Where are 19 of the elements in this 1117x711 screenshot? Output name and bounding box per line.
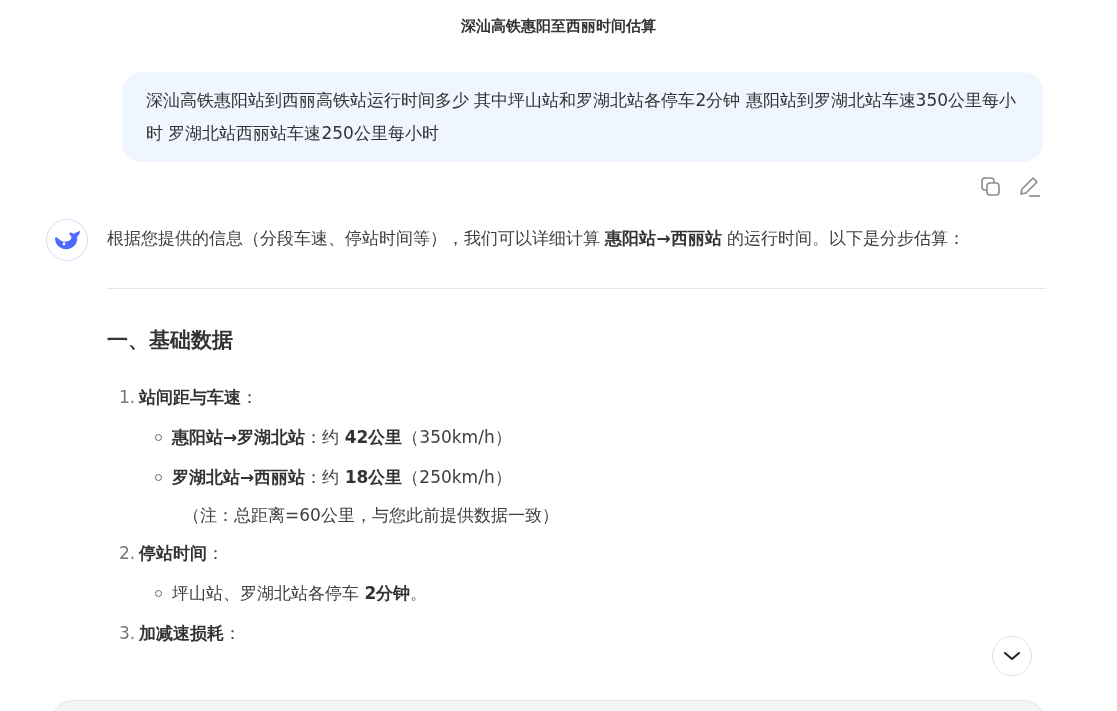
section-heading: 一、基础数据 <box>107 327 234 354</box>
list-number: 1. <box>119 386 136 409</box>
pencil-icon <box>1018 176 1042 198</box>
copy-icon <box>980 176 1002 198</box>
whale-icon <box>53 229 81 251</box>
chat-title: 深汕高铁惠阳至西丽时间估算 <box>460 16 657 36</box>
scroll-down-button[interactable] <box>992 636 1032 676</box>
list-item-text: 停站时间： <box>139 542 225 565</box>
list-item-text: 惠阳站→罗湖北站：约 42公里（350km/h） <box>172 426 512 449</box>
chevron-down-icon <box>1003 651 1021 661</box>
reply-paragraph: 根据您提供的信息（分段车速、停站时间等），我们可以详细计算 惠阳站→西丽站 的运行时间。以下是分步估算： <box>107 227 967 250</box>
list-item-text: 坪山站、罗湖北站各停车 2分钟。 <box>172 582 428 605</box>
list-number: 3. <box>119 622 136 645</box>
note-text: （注：总距离=60公里，与您此前提供数据一致） <box>182 504 560 527</box>
list-number: 2. <box>119 542 136 565</box>
list-item-text: 罗湖北站→西丽站：约 18公里（250km/h） <box>172 466 512 489</box>
list-item-text: 站间距与车速： <box>139 386 259 409</box>
list-item-text: 加减速损耗： <box>139 622 242 645</box>
user-message: 深汕高铁惠阳站到西丽高铁站运行时间多少 其中坪山站和罗湖北站各停车2分钟 惠阳站到罗湖北站车速350公里每小时 罗湖北站西丽站车速250公里每小时 <box>122 72 1043 162</box>
